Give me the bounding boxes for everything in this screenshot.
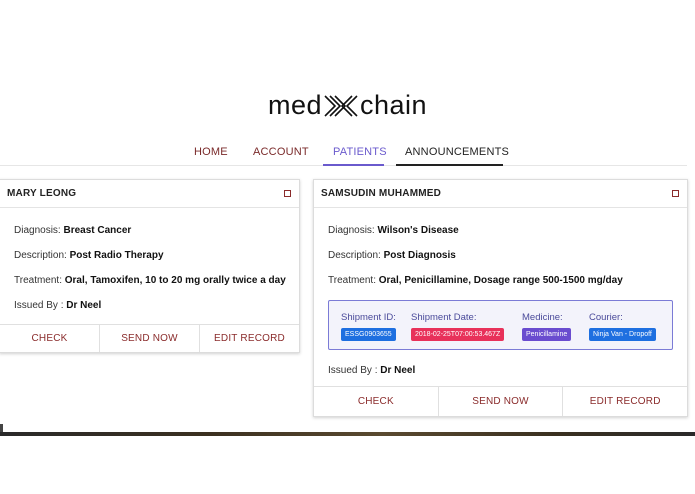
shipment-date-badge: 2018-02-25T07:00:53.467Z (411, 328, 505, 341)
check-button[interactable]: CHECK (0, 325, 100, 352)
treatment-row: Treatment: Oral, Penicillamine, Dosage r… (328, 275, 673, 286)
issued-by-row: Issued By : Dr Neel (328, 365, 673, 376)
issued-by-label: Issued By : (14, 300, 64, 311)
description-label: Description: (328, 250, 381, 261)
diagnosis-value: Wilson's Disease (377, 225, 459, 236)
courier-col: Courier: Ninja Van - Dropoff (589, 312, 656, 341)
description-row: Description: Post Radio Therapy (14, 250, 285, 261)
diagnosis-label: Diagnosis: (14, 225, 61, 236)
send-now-button[interactable]: SEND NOW (100, 325, 200, 352)
nav-announcements-underline (396, 164, 503, 166)
medicine-badge: Penicillamine (522, 328, 572, 341)
patient-name: SAMSUDIN MUHAMMED (321, 188, 442, 199)
patient-name: MARY LEONG (7, 188, 77, 199)
courier-label: Courier: (589, 312, 623, 323)
treatment-label: Treatment: (14, 275, 62, 286)
medicine-label: Medicine: (522, 312, 563, 323)
medicine-col: Medicine: Penicillamine (522, 312, 572, 341)
brand-name-left: med (267, 90, 322, 120)
description-value: Post Radio Therapy (69, 250, 164, 261)
check-button[interactable]: CHECK (314, 387, 439, 416)
shipment-id-col: Shipment ID: ESSG0903655 (341, 312, 396, 341)
expand-icon[interactable] (284, 190, 291, 197)
bottom-strip (0, 432, 695, 436)
diagnosis-row: Diagnosis: Breast Cancer (14, 225, 285, 236)
diagnosis-row: Diagnosis: Wilson's Disease (328, 225, 673, 236)
expand-icon[interactable] (672, 190, 679, 197)
treatment-value: Oral, Penicillamine, Dosage range 500-15… (378, 275, 623, 286)
nav-patients-underline (323, 164, 384, 166)
shipment-id-label: Shipment ID: (341, 312, 396, 323)
issued-by-value: Dr Neel (66, 300, 102, 311)
issued-by-label: Issued By : (328, 365, 378, 376)
patient-card-samsudin: SAMSUDIN MUHAMMED Diagnosis: Wilson's Di… (313, 179, 688, 417)
main-nav: HOME ACCOUNT PATIENTS ANNOUNCEMENTS (0, 140, 695, 166)
shipment-date-label: Shipment Date: (411, 312, 477, 323)
brand-logo: med chain (0, 90, 695, 121)
shipment-id-badge: ESSG0903655 (341, 328, 396, 341)
treatment-value: Oral, Tamoxifen, 10 to 20 mg orally twic… (64, 275, 286, 286)
edit-record-button[interactable]: EDIT RECORD (200, 325, 299, 352)
nav-announcements[interactable]: ANNOUNCEMENTS (405, 146, 509, 158)
card-header: SAMSUDIN MUHAMMED (314, 180, 687, 208)
diagnosis-label: Diagnosis: (328, 225, 375, 236)
courier-badge: Ninja Van - Dropoff (589, 328, 656, 341)
nav-patients[interactable]: PATIENTS (333, 146, 387, 158)
card-actions: CHECK SEND NOW EDIT RECORD (0, 324, 299, 352)
nav-account[interactable]: ACCOUNT (253, 146, 309, 158)
description-value: Post Diagnosis (383, 250, 456, 261)
card-actions: CHECK SEND NOW EDIT RECORD (314, 386, 687, 416)
shipment-date-col: Shipment Date: 2018-02-25T07:00:53.467Z (411, 312, 505, 341)
brand-name-right: chain (359, 90, 428, 120)
card-header: MARY LEONG (0, 180, 299, 208)
diagnosis-value: Breast Cancer (63, 225, 132, 236)
treatment-label: Treatment: (328, 275, 376, 286)
issued-by-row: Issued By : Dr Neel (14, 300, 285, 311)
description-row: Description: Post Diagnosis (328, 250, 673, 261)
edit-record-button[interactable]: EDIT RECORD (563, 387, 687, 416)
shipment-panel: Shipment ID: ESSG0903655 Shipment Date: … (328, 300, 673, 350)
patient-card-mary: MARY LEONG Diagnosis: Breast Cancer Desc… (0, 179, 300, 353)
treatment-row: Treatment: Oral, Tamoxifen, 10 to 20 mg … (14, 275, 286, 286)
send-now-button[interactable]: SEND NOW (439, 387, 564, 416)
issued-by-value: Dr Neel (380, 365, 416, 376)
chain-link-icon (324, 94, 358, 117)
description-label: Description: (14, 250, 67, 261)
nav-home[interactable]: HOME (194, 146, 228, 158)
